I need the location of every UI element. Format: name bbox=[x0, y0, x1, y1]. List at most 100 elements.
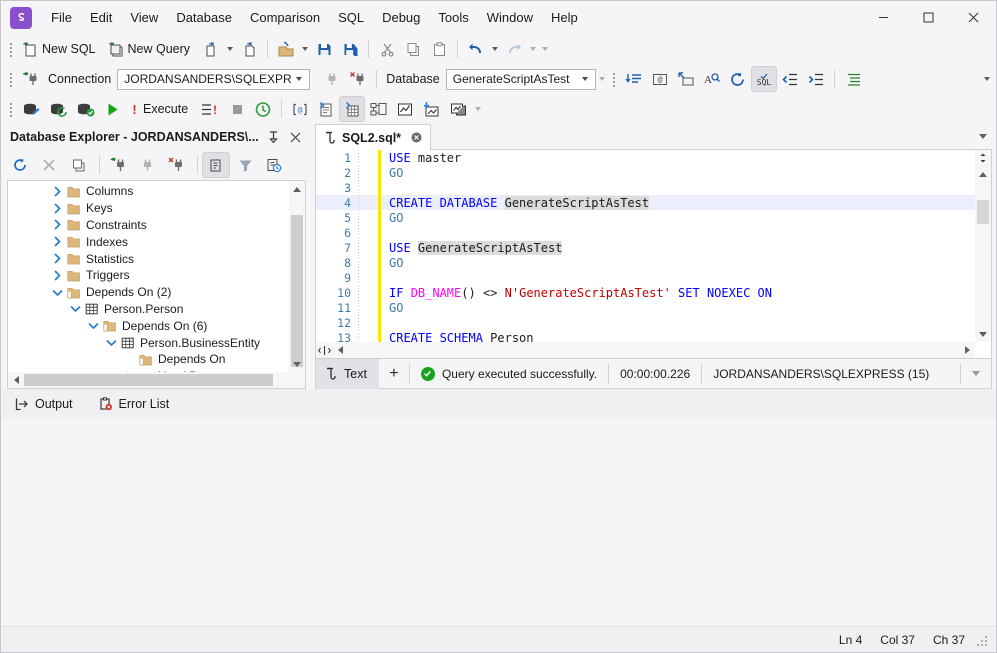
tree-expander-collapsed[interactable] bbox=[50, 200, 65, 216]
fold-margin[interactable] bbox=[359, 165, 370, 180]
code-scroll-right-button[interactable] bbox=[959, 342, 975, 358]
surround-with-button[interactable] bbox=[674, 67, 698, 91]
tree-expander-collapsed[interactable] bbox=[50, 251, 65, 267]
tree-node[interactable]: Person.BusinessEntity bbox=[8, 334, 289, 351]
toolbar-grip-3[interactable] bbox=[610, 70, 619, 88]
code-scroll-left-button[interactable] bbox=[332, 342, 348, 358]
query-history-button[interactable] bbox=[251, 97, 275, 121]
results-to-grid-button[interactable] bbox=[339, 96, 366, 122]
fold-margin[interactable] bbox=[359, 330, 370, 342]
redo-dropdown[interactable] bbox=[527, 37, 539, 61]
code-horizontal-scrollbar[interactable] bbox=[332, 342, 975, 358]
code-line[interactable]: 1 USE master bbox=[316, 150, 975, 165]
fold-margin[interactable] bbox=[359, 225, 370, 240]
results-add-button[interactable]: + bbox=[379, 359, 409, 389]
decrease-indent-button[interactable] bbox=[778, 67, 802, 91]
tree-expander-expanded[interactable] bbox=[104, 335, 119, 351]
menu-item-file[interactable]: File bbox=[42, 6, 81, 29]
bottom-tab-error-list[interactable]: Error List bbox=[99, 397, 169, 411]
open-file-button[interactable] bbox=[274, 37, 298, 61]
code-scroll-up-button[interactable] bbox=[975, 166, 991, 182]
fold-margin[interactable] bbox=[359, 150, 370, 165]
menu-item-debug[interactable]: Debug bbox=[373, 6, 429, 29]
tree-node[interactable]: Person.Person bbox=[8, 301, 289, 318]
results-to-text-button[interactable] bbox=[314, 97, 338, 121]
code-line[interactable]: 13 CREATE SCHEMA Person bbox=[316, 330, 975, 342]
code-scroll-down-button[interactable] bbox=[975, 326, 991, 342]
undo-button[interactable] bbox=[464, 37, 488, 61]
code-line[interactable]: 5 GO bbox=[316, 210, 975, 225]
new-object-button[interactable] bbox=[199, 37, 223, 61]
refresh-button[interactable] bbox=[726, 67, 750, 91]
new-query-button[interactable]: New Query bbox=[105, 37, 198, 61]
menu-item-window[interactable]: Window bbox=[478, 6, 542, 29]
tree-node[interactable]: Depends On (6) bbox=[8, 317, 289, 334]
execute-button[interactable]: ! Execute bbox=[126, 97, 195, 121]
bottom-tab-output[interactable]: Output bbox=[15, 397, 73, 411]
tree-node[interactable]: Depends On bbox=[8, 351, 289, 368]
panel-close-icon[interactable] bbox=[284, 126, 306, 148]
tree-node[interactable]: Triggers bbox=[8, 267, 289, 284]
save-all-button[interactable] bbox=[338, 37, 362, 61]
toolbar-grip[interactable] bbox=[7, 40, 16, 58]
explorer-refresh-button[interactable] bbox=[7, 153, 33, 177]
tree-node[interactable]: Indexes bbox=[8, 233, 289, 250]
code-vertical-scrollbar[interactable] bbox=[975, 150, 991, 342]
database-combo[interactable]: GenerateScriptAsTest bbox=[445, 68, 596, 90]
toolbar-grip-4[interactable] bbox=[7, 100, 16, 118]
tree-node[interactable]: Keys bbox=[8, 200, 289, 217]
query-parameters-button[interactable]: @ bbox=[288, 97, 312, 121]
fold-margin[interactable] bbox=[359, 195, 370, 210]
menu-item-view[interactable]: View bbox=[121, 6, 167, 29]
code-line[interactable]: 4 CREATE DATABASE GenerateScriptAsTest bbox=[316, 195, 975, 210]
tree-node[interactable]: Columns bbox=[8, 183, 289, 200]
toolbar-overflow-2[interactable] bbox=[978, 77, 996, 81]
fold-margin[interactable] bbox=[359, 210, 370, 225]
database-overflow[interactable] bbox=[596, 67, 608, 91]
comment-lines-button[interactable] bbox=[841, 67, 865, 91]
window-resize-grip[interactable] bbox=[974, 633, 988, 647]
fold-margin[interactable] bbox=[359, 255, 370, 270]
tree-hscroll-thumb[interactable] bbox=[24, 374, 273, 386]
code-line[interactable]: 9 bbox=[316, 270, 975, 285]
code-line[interactable]: 2 GO bbox=[316, 165, 975, 180]
results-overflow-button[interactable] bbox=[961, 359, 991, 389]
connection-combo[interactable]: JORDANSANDERS\SQLEXPRESS bbox=[117, 68, 311, 90]
explorer-disconnect-button[interactable] bbox=[134, 153, 160, 177]
editor-tab-sql2[interactable]: SQL2.sql* bbox=[315, 124, 432, 150]
code-line[interactable]: 12 bbox=[316, 315, 975, 330]
tree-node[interactable]: Depends On (2) bbox=[8, 284, 289, 301]
results-tab-text[interactable]: Text bbox=[316, 358, 379, 389]
new-sql-button[interactable]: New SQL bbox=[19, 37, 103, 61]
new-database-button[interactable] bbox=[19, 97, 44, 121]
tree-expander-collapsed[interactable] bbox=[50, 267, 65, 283]
fold-margin[interactable] bbox=[359, 300, 370, 315]
undo-dropdown[interactable] bbox=[489, 37, 501, 61]
code-line[interactable]: 7 USE GenerateScriptAsTest bbox=[316, 240, 975, 255]
tree-expander-expanded[interactable] bbox=[86, 318, 101, 334]
code-line[interactable]: 10 IF DB_NAME() <> N'GenerateScriptAsTest… bbox=[316, 285, 975, 300]
code-scroll-thumb[interactable] bbox=[977, 200, 989, 224]
redo-button[interactable] bbox=[502, 37, 526, 61]
fold-margin[interactable] bbox=[359, 285, 370, 300]
menu-item-help[interactable]: Help bbox=[542, 6, 587, 29]
maximize-button[interactable] bbox=[906, 1, 951, 34]
new-connection-button[interactable] bbox=[19, 67, 43, 91]
paste-button[interactable] bbox=[427, 37, 451, 61]
toolbar-overflow-1[interactable] bbox=[539, 37, 551, 61]
tree-node[interactable]: Constraints bbox=[8, 217, 289, 234]
client-statistics-button[interactable] bbox=[393, 97, 417, 121]
database-explorer-tree[interactable]: Columns Keys Constraints Indexes Statistics T… bbox=[8, 181, 289, 372]
tree-expander-collapsed[interactable] bbox=[50, 217, 65, 233]
tree-scroll-thumb[interactable] bbox=[291, 215, 303, 367]
execute-batch-button[interactable]: ! bbox=[197, 97, 223, 121]
tree-expander-collapsed[interactable] bbox=[50, 183, 65, 199]
explorer-delete-button[interactable] bbox=[36, 153, 62, 177]
pin-icon[interactable] bbox=[262, 126, 284, 148]
tree-scroll-up-button[interactable] bbox=[289, 181, 305, 197]
tree-scroll-left-button[interactable] bbox=[8, 372, 24, 388]
explorer-filter-button[interactable] bbox=[232, 153, 258, 177]
editor-tab-list-dropdown[interactable] bbox=[974, 124, 992, 150]
new-file-button[interactable] bbox=[237, 37, 261, 61]
code-line[interactable]: 11 GO bbox=[316, 300, 975, 315]
